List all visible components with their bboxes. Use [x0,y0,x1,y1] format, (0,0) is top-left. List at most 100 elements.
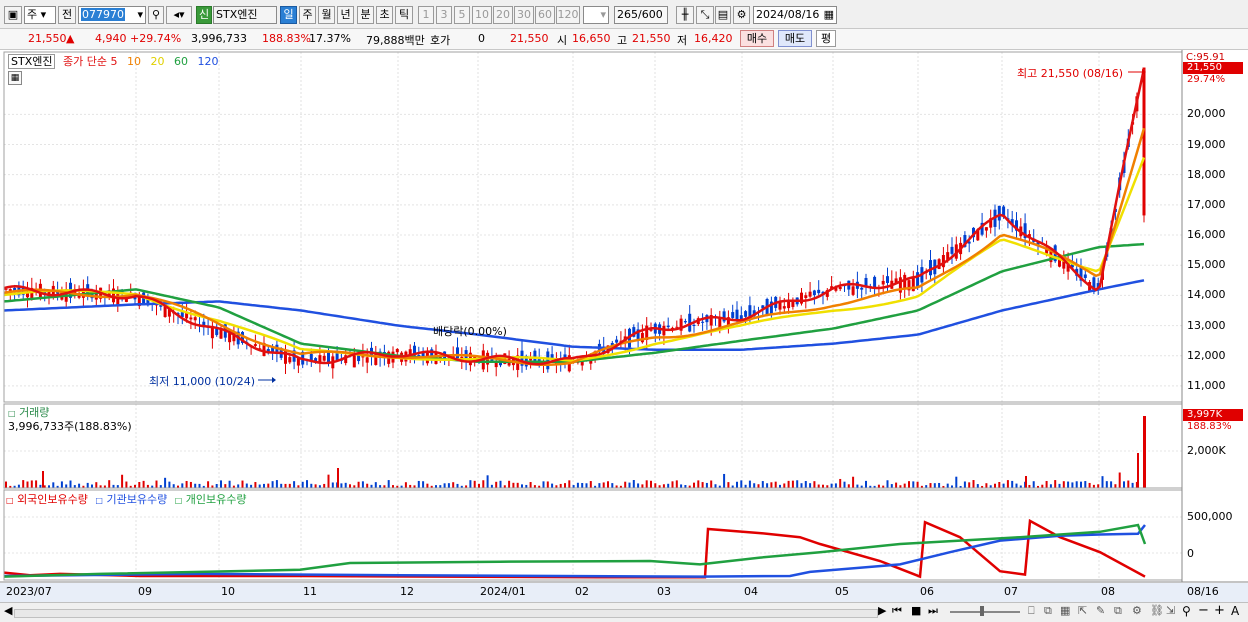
volume-bar [1131,482,1134,488]
scroll-right-icon[interactable]: ▶ [878,604,886,617]
volume-bar [628,482,631,488]
code-input[interactable]: 077970 ▾ [78,6,146,24]
candle-body [911,278,915,292]
prev-icon[interactable]: ⏮ [892,604,902,618]
turnover-rate: 17.37% [309,32,351,45]
interval-5[interactable]: 5 [454,6,470,24]
x-tick-label: 09 [138,585,152,598]
crosshair-icon[interactable]: ⤡ [696,6,714,24]
interval-20[interactable]: 20 [493,6,513,24]
candle-icon[interactable]: ╫ [676,6,694,24]
calendar-icon[interactable]: ▦ [824,7,834,23]
ma120-line [3,279,1145,351]
search-icon[interactable]: ⚲ [148,6,164,24]
volume-bar [585,483,588,488]
period-year[interactable]: 년 [337,6,354,24]
table-icon[interactable]: ▦ [8,71,22,85]
period-tick[interactable]: 틱 [395,6,413,24]
settings-icon[interactable]: ⚙ [1132,604,1142,617]
speaker-icon[interactable]: ◂▾ [166,6,192,24]
volume-bar [895,482,898,488]
chart-area[interactable]: STX엔진 종가 단순 5 10 20 60 120 ▦ 최고 21,550 (… [0,50,1248,602]
price-ytick: 12,000 [1187,348,1226,362]
ma-lines [3,68,1146,383]
stop-icon[interactable]: ■ [911,604,921,617]
volume-bar [632,480,635,488]
volume-bar [220,480,222,488]
volume-bar [310,483,313,488]
tool-icon[interactable]: ⇱ [1078,604,1087,617]
dividend-annotation: 배당락(0.00%) [433,325,507,338]
legend-institution-text: 기관보유수량 [106,493,168,506]
volume-bar [357,481,360,488]
gear-icon[interactable]: ⚙ [733,6,750,24]
chart-legend: STX엔진 종가 단순 5 10 20 60 120 [8,53,218,69]
interval-3[interactable]: 3 [436,6,452,24]
x-tick-label: 07 [1004,585,1018,598]
all-button[interactable]: 전 [58,6,76,24]
copy-icon[interactable]: ⧉ [1114,604,1122,618]
period-week[interactable]: 주 [299,6,316,24]
zoom-slider[interactable] [950,611,1020,613]
price-ytick: 15,000 [1187,258,1226,272]
volume-bar [422,481,425,488]
volume-bar [241,480,244,488]
price-ytick: 14,000 [1187,288,1226,302]
plus-icon[interactable]: + [1214,603,1225,618]
volume-bar [469,480,472,488]
scrollbar[interactable] [14,609,878,618]
volume-bar [280,483,283,488]
scroll-left-icon[interactable]: ◀ [4,604,12,617]
split-icon[interactable]: ⧉ [1044,604,1052,618]
interval-select[interactable]: ▾ [583,6,609,24]
layout-icon[interactable]: ⎕ [1028,604,1035,618]
price-ytick: 13,000 [1187,318,1226,332]
chevron-down-icon[interactable]: ▾ [137,7,143,23]
institution-line [3,524,1146,578]
volume-bar [559,483,562,488]
auto-icon[interactable]: A [1231,604,1239,618]
count-field[interactable]: 265/600 [614,6,668,24]
period-day[interactable]: 일 [280,6,297,24]
volume-bar [30,480,33,488]
grid-icon[interactable]: ▦ [1060,604,1070,617]
interval-30[interactable]: 30 [514,6,534,24]
holding-legend: □ 외국인보유수량 □ 기관보유수량 □ 개인보유수량 [6,491,247,507]
type-select[interactable]: 주 ▾ [24,6,56,24]
volume-bar [78,483,81,488]
window-icon[interactable]: ▣ [4,6,22,24]
volume-bar [770,482,773,488]
interval-1[interactable]: 1 [418,6,434,24]
volume-bar [452,482,455,488]
volume-bar [783,483,786,488]
volume-bar [185,480,188,488]
period-minute[interactable]: 분 [357,6,374,24]
period-month[interactable]: 월 [318,6,335,24]
interval-60[interactable]: 60 [535,6,555,24]
volume-bar [667,483,670,488]
volume-bar [478,483,480,488]
eval-button[interactable]: 평 [816,30,836,47]
date-input[interactable]: 2024/08/16 ▦ [753,6,837,24]
save-icon[interactable]: ▤ [715,6,731,24]
link-icon[interactable]: ⛓ [1150,604,1164,617]
sell-button[interactable]: 매도 [778,30,812,47]
zoom-in-icon[interactable]: ⚲ [1182,604,1191,618]
zoom-handle[interactable] [980,606,984,616]
interval-120[interactable]: 120 [556,6,580,24]
volume-bar [168,481,171,488]
buy-button[interactable]: 매수 [740,30,774,47]
period-second[interactable]: 초 [376,6,393,24]
draw-icon[interactable]: ✎ [1096,604,1105,617]
next-icon[interactable]: ⏭ [928,604,938,618]
minus-icon[interactable]: − [1198,603,1209,618]
interval-10[interactable]: 10 [472,6,492,24]
volume-bar [972,480,975,488]
volume-bar [710,480,713,488]
volume-bar [1011,480,1014,488]
volume-bar [701,482,704,488]
volume-bar [641,484,644,488]
grid-lines [0,52,1248,602]
export-icon[interactable]: ⇲ [1166,604,1175,617]
volume-bar [499,480,502,488]
